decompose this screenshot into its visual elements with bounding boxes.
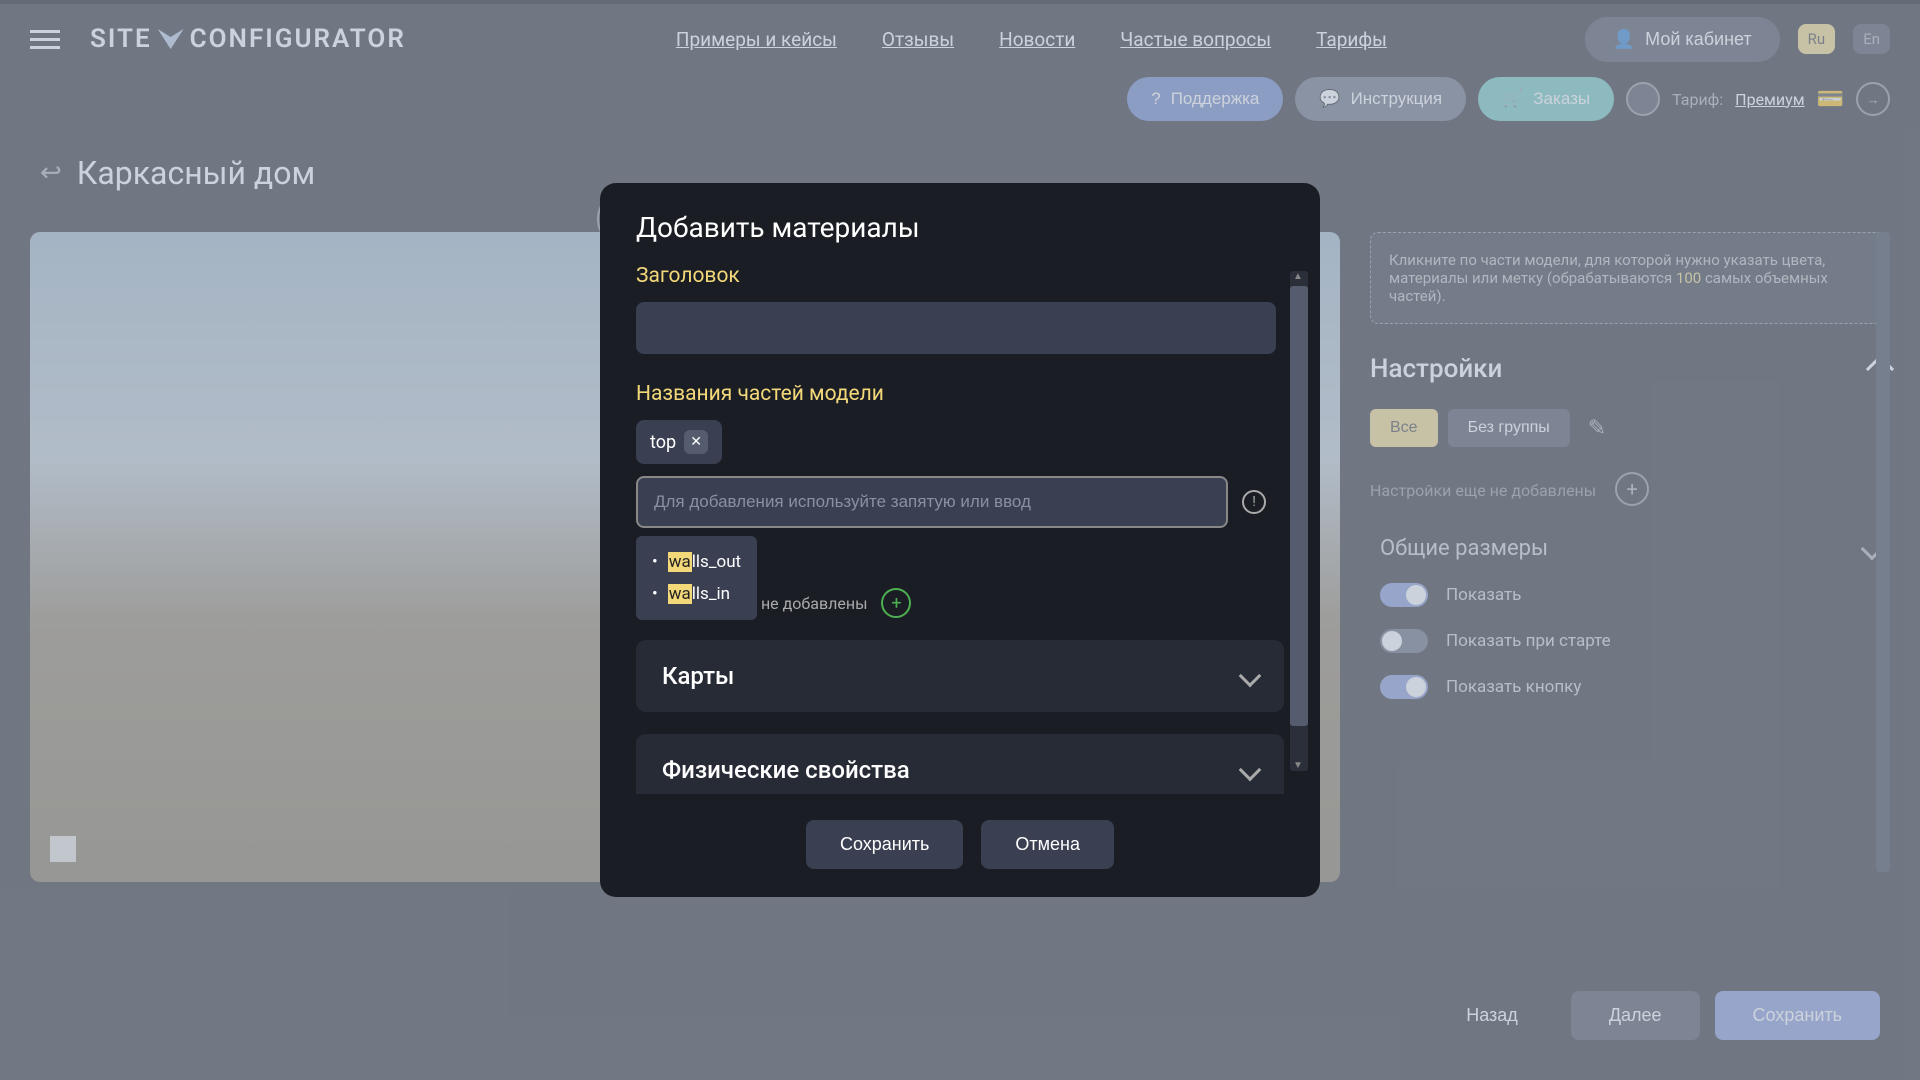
tag-top: top ✕ <box>636 420 722 464</box>
modal-save-button[interactable]: Сохранить <box>806 820 963 869</box>
tag-remove-button[interactable]: ✕ <box>684 430 708 454</box>
accordion-physical[interactable]: Физические свойства <box>636 734 1284 794</box>
modal-scrollbar[interactable] <box>1290 271 1308 771</box>
parts-input[interactable] <box>636 476 1228 528</box>
suggestions-dropdown: walls_out walls_in <box>636 536 757 620</box>
accordion-maps[interactable]: Карты <box>636 640 1284 712</box>
suggestion-walls-out[interactable]: walls_out <box>652 546 741 578</box>
title-input[interactable] <box>636 302 1276 354</box>
field-label-title: Заголовок <box>636 264 1284 288</box>
modal-cancel-button[interactable]: Отмена <box>981 820 1114 869</box>
modal-overlay: Добавить материалы Заголовок Названия ча… <box>0 0 1920 1080</box>
add-material-button[interactable]: + <box>881 588 911 618</box>
suggestion-walls-in[interactable]: walls_in <box>652 578 741 610</box>
chevron-down-icon <box>1239 665 1262 688</box>
modal-title: Добавить материалы <box>600 211 1320 264</box>
info-icon[interactable]: ! <box>1242 490 1266 514</box>
add-materials-modal: Добавить материалы Заголовок Названия ча… <box>600 183 1320 897</box>
field-label-parts: Названия частей модели <box>636 382 1284 406</box>
chevron-down-icon <box>1239 759 1262 782</box>
